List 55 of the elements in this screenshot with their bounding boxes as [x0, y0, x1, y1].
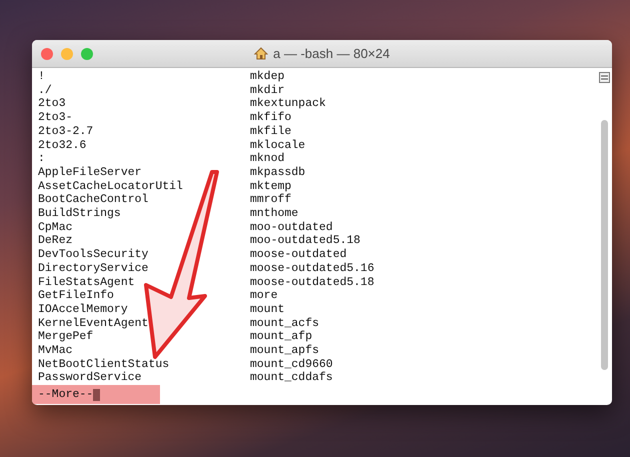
minimize-button[interactable] — [61, 48, 73, 60]
file-name: AssetCacheLocatorUtil — [38, 180, 184, 194]
file-name: moose-outdated — [250, 248, 348, 262]
file-name: BootCacheControl — [38, 193, 150, 208]
zoom-button[interactable] — [81, 48, 93, 60]
file-name: mount_cddafs — [250, 371, 334, 386]
file-name: mount — [250, 302, 286, 317]
file-name: mount_cd9660 — [250, 358, 334, 372]
file-name: AppleFileServer — [38, 166, 143, 180]
file-name: mklocale — [250, 138, 306, 152]
file-name: MvMac — [38, 344, 74, 358]
scrollbar-thumb[interactable] — [600, 120, 608, 370]
split-pane-icon[interactable] — [598, 72, 610, 83]
cursor-icon — [93, 388, 100, 401]
file-name: mkfile — [250, 124, 292, 139]
file-name: moo-outdated — [250, 220, 334, 234]
file-name: ! — [38, 70, 46, 84]
file-name: moose-outdated5.18 — [250, 276, 376, 290]
file-name: mkdep — [250, 70, 286, 84]
file-name: MergePef — [38, 330, 94, 344]
file-name: more — [250, 289, 279, 303]
file-name: FileStatsAgent — [38, 276, 136, 290]
file-name: mktemp — [250, 180, 292, 194]
file-name: mmroff — [250, 193, 292, 208]
file-name: mknod — [250, 152, 286, 166]
file-name: 2to32.6 — [38, 138, 88, 152]
close-button[interactable] — [41, 48, 53, 60]
file-name: GetFileInfo — [38, 289, 115, 303]
file-name: mkextunpack — [250, 97, 327, 112]
file-name: BuildStrings — [38, 207, 122, 221]
window-title: a — -bash — 80×24 — [273, 46, 390, 61]
file-name: mount_apfs — [250, 344, 320, 358]
file-name: mkfifo — [250, 111, 292, 125]
file-name: : — [38, 152, 46, 166]
file-name: mount_afp — [250, 330, 314, 344]
more-prompt: --More-- — [38, 388, 94, 402]
file-name: DirectoryService — [38, 262, 150, 276]
file-name: NetBootClientStatus — [38, 358, 170, 372]
file-name: mount_acfs — [250, 316, 320, 330]
file-name: CpMac — [38, 220, 74, 234]
file-name: 2to3-2.7 — [38, 124, 94, 139]
file-name: 2to3- — [38, 111, 74, 125]
file-name: PasswordService — [38, 371, 143, 386]
file-name: mkpassdb — [250, 166, 306, 180]
file-name: mkdir — [250, 84, 286, 98]
file-name: DeRez — [38, 234, 74, 248]
file-name: IOAccelMemory — [38, 302, 129, 317]
file-name: ./ — [38, 84, 53, 98]
file-name: 2to3 — [38, 97, 67, 112]
file-name: mnthome — [250, 207, 300, 221]
file-name: DevToolsSecurity — [38, 248, 150, 262]
home-icon — [254, 47, 268, 60]
file-name: moose-outdated5.16 — [250, 262, 376, 276]
file-name: KernelEventAgent — [38, 316, 150, 330]
file-name: moo-outdated5.18 — [250, 234, 362, 248]
